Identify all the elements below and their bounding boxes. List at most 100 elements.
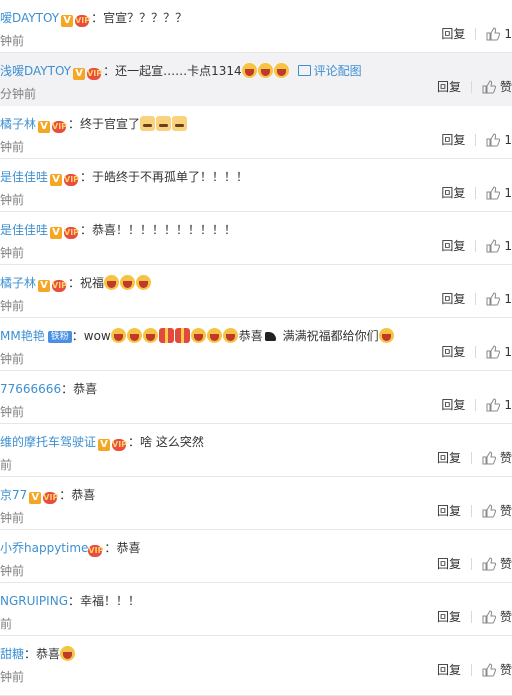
comment-colon: ： [80,170,93,184]
reply-button[interactable]: 回复 [437,663,461,677]
reply-button[interactable]: 回复 [437,557,461,571]
like-button[interactable]: 1 [486,133,512,147]
comment-username[interactable]: 维的摩托车驾驶证 [0,435,96,449]
comment-username[interactable]: 是佳佳哇 [0,223,48,237]
comment-actions: 回复 1 [441,344,512,360]
comment-item: 橘子林 V VIP：祝福 钟前 回复 1 [0,265,512,318]
comment-content-line: 维的摩托车驾驶证 V VIP：啥 这么突然 [0,433,204,451]
comment-content-line: 京77 V VIP：恭喜 [0,486,95,504]
verified-v-icon: V [98,439,111,451]
emoji-icon-lol [120,275,136,290]
verified-v-icon: V [29,492,42,504]
like-button[interactable]: 赞 [482,80,512,94]
action-divider [470,505,472,517]
comment-username[interactable]: 浅嗳DAYTOY [0,64,71,78]
emoji-icon-lol [273,63,289,78]
comment-text: 幸福！！！ [80,594,141,608]
comment-time: 钟前 [0,140,25,154]
like-button[interactable]: 1 [486,345,512,359]
reply-button[interactable]: 回复 [441,27,465,41]
comment-username[interactable]: 是佳佳哇 [0,170,48,184]
action-divider [470,452,472,464]
reply-button[interactable]: 回复 [441,398,465,412]
comment-text: 还一起宣……卡点1314 [115,64,242,78]
like-button[interactable]: 1 [486,27,512,41]
comment-text: 恭喜！！！！！！！！！！ [92,223,237,237]
comment-actions: 回复 1 [441,132,512,148]
reply-button[interactable]: 回复 [437,610,461,624]
reply-button[interactable]: 回复 [441,292,465,306]
emoji-icon-lol [378,328,394,343]
like-button[interactable]: 赞 [482,451,512,465]
comment-colon: ： [104,541,117,555]
emoji-icon-cat [172,116,188,131]
comment-username[interactable]: 橘子林 [0,276,36,290]
comment-colon: ： [68,276,81,290]
like-button[interactable]: 1 [486,186,512,200]
comment-time: 分钟前 [0,87,37,101]
reply-button[interactable]: 回复 [437,80,461,94]
thumbs-up-icon [482,663,496,677]
like-label: 赞 [499,451,512,465]
thumbs-up-icon [486,239,501,253]
like-label: 赞 [499,80,512,94]
emoji-icon-lol [190,328,206,343]
action-divider [475,293,477,305]
comment-content-line: 嗳DAYTOY V VIP：官宣？？？？？ [0,9,187,27]
comment-colon: ： [68,117,81,131]
comment-username[interactable]: 小乔happytime [0,541,88,555]
comment-actions: 回复 1 [441,397,512,413]
like-count: 1 [504,27,512,41]
comment-username[interactable]: 橘子林 [0,117,36,131]
emoji-icon-lol [104,275,120,290]
reply-button[interactable]: 回复 [437,451,461,465]
emoji-icon-hat [262,328,278,343]
comment-username[interactable]: MM艳艳 [0,329,45,343]
reply-button[interactable]: 回复 [441,345,465,359]
comment-time: 钟前 [0,352,25,366]
comment-username[interactable]: 77666666 [0,382,61,396]
vip-badge-icon: VIP [52,280,68,292]
comment-actions: 回复 赞 [437,609,512,625]
action-divider [475,240,477,252]
comment-colon: ： [68,594,81,608]
action-divider [475,187,477,199]
comment-username[interactable]: 甜糖 [0,647,24,661]
reply-button[interactable]: 回复 [437,504,461,518]
reply-button[interactable]: 回复 [441,133,465,147]
comment-text-2: 恭喜 [238,329,263,343]
like-label: 赞 [499,557,512,571]
reply-button[interactable]: 回复 [441,239,465,253]
comment-text: 啥 这么突然 [140,435,204,449]
like-count: 1 [504,186,512,200]
action-divider [475,134,477,146]
like-button[interactable]: 赞 [482,557,512,571]
emoji-icon-cat [140,116,156,131]
like-button[interactable]: 赞 [482,504,512,518]
comment-content-line: MM艳艳 铁粉 ：wow 恭喜 满满祝福都给你们 [0,327,395,345]
comment-time: 钟前 [0,405,25,419]
like-button[interactable]: 1 [486,239,512,253]
action-divider [475,28,477,40]
emoji-icon-lol [142,328,158,343]
like-button[interactable]: 赞 [482,663,512,677]
like-button[interactable]: 赞 [482,610,512,624]
comment-content-line: 小乔happytimeVIP：恭喜 [0,539,140,557]
like-button[interactable]: 1 [486,292,512,306]
reply-button[interactable]: 回复 [441,186,465,200]
comment-actions: 回复 1 [441,238,512,254]
comment-username[interactable]: NGRUIPING [0,594,68,608]
comment-image-link[interactable]: 评论配图 [297,64,362,78]
comment-actions: 回复 赞 [437,503,512,519]
emoji-icon-lol [222,328,238,343]
comment-username[interactable]: 京77 [0,488,27,502]
thumbs-up-icon [486,27,501,41]
comment-username[interactable]: 嗳DAYTOY [0,11,59,25]
like-button[interactable]: 1 [486,398,512,412]
emoji-icon-gift [158,328,174,343]
comment-text: 终于官宣了 [80,117,141,131]
comment-content-line: 橘子林 V VIP：祝福 [0,274,152,292]
comment-content-line: 77666666：恭喜 [0,380,97,398]
comment-colon: ： [80,223,93,237]
comment-actions: 回复 1 [441,26,512,42]
